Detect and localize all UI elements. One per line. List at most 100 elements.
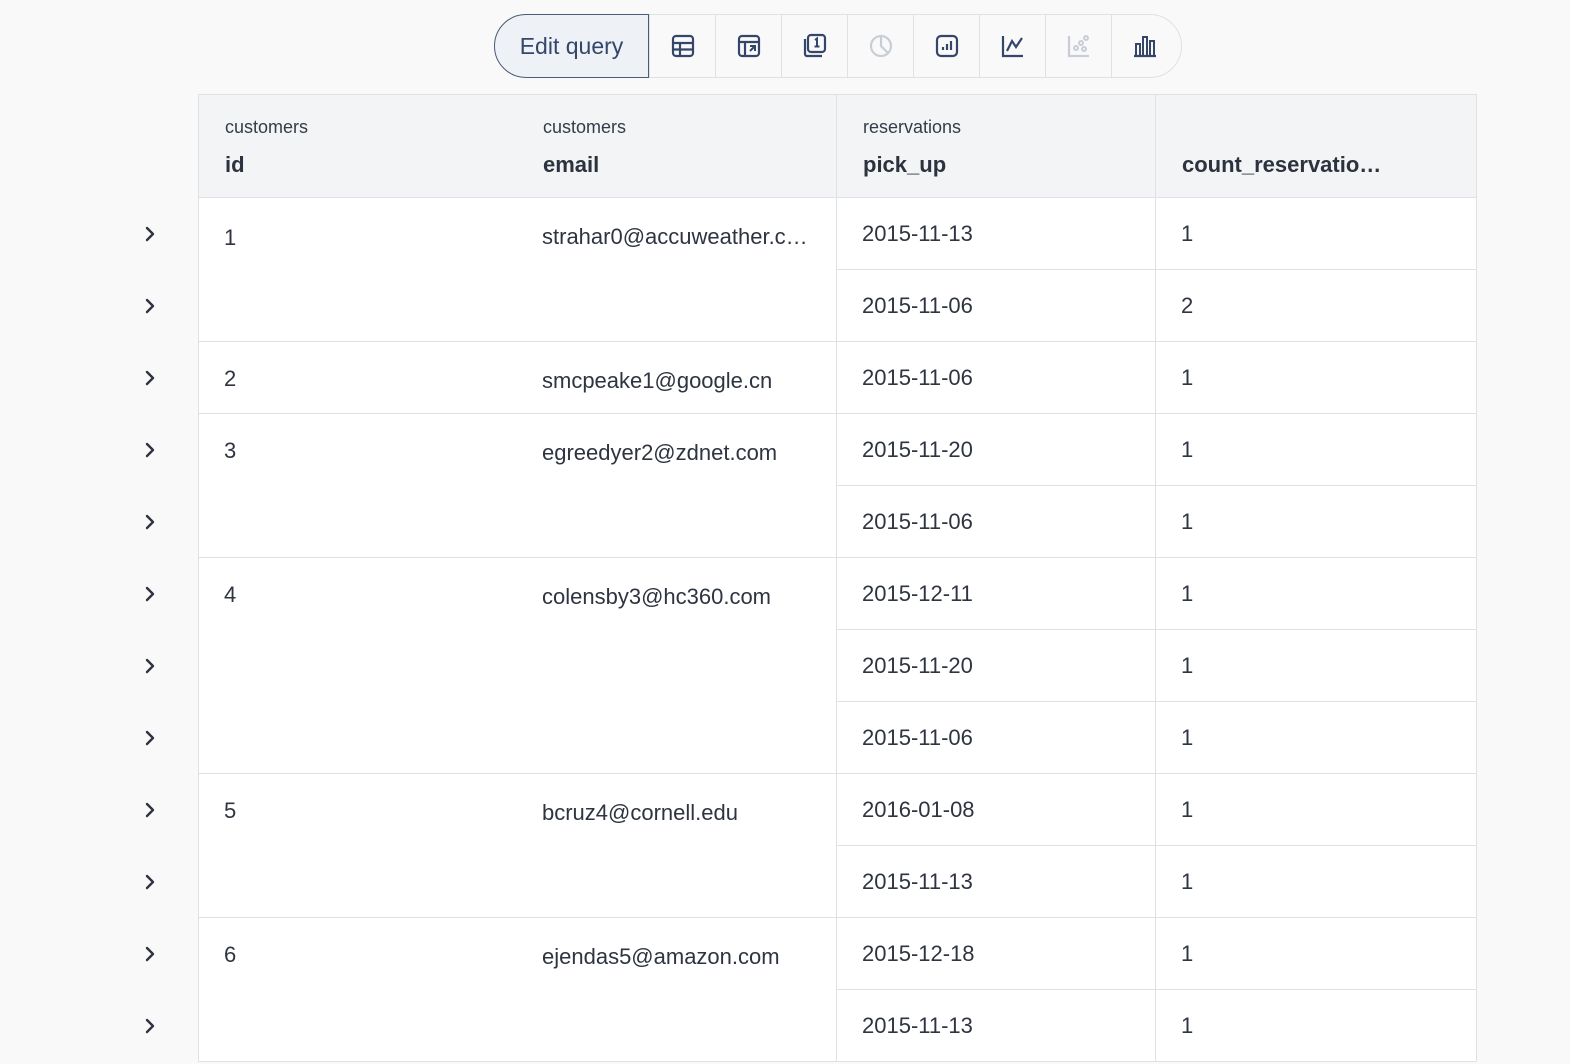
column-header-1[interactable]: customers id xyxy=(198,94,518,198)
reservation-count-cell[interactable]: 1 xyxy=(1156,414,1477,486)
pick-up-cell[interactable]: 2015-11-13 xyxy=(837,990,1156,1062)
combo-chart-view-button[interactable] xyxy=(913,15,979,77)
column-name: count_reservatio… xyxy=(1182,152,1382,177)
customer-email-cell[interactable]: bcruz4@cornell.edu xyxy=(517,774,837,918)
pick-up-date: 2015-12-11 xyxy=(862,581,973,606)
pick-up-cell[interactable]: 2015-11-06 xyxy=(837,270,1156,342)
customer-id-cell[interactable]: 4 xyxy=(198,558,518,774)
pick-up-cell[interactable]: 2015-12-11 xyxy=(837,558,1156,630)
reservation-count: 1 xyxy=(1181,797,1194,822)
customer-email-cell[interactable]: colensby3@hc360.com xyxy=(517,558,837,774)
expand-row-button[interactable] xyxy=(142,872,158,892)
reservation-count: 1 xyxy=(1181,509,1194,534)
expand-row-button[interactable] xyxy=(142,1016,158,1036)
pick-up-date: 2015-11-13 xyxy=(862,869,973,894)
pick-up-date: 2016-01-08 xyxy=(862,797,975,822)
expand-row-button[interactable] xyxy=(142,656,158,676)
chevron-right-icon xyxy=(145,442,155,458)
reservation-count-cell[interactable]: 1 xyxy=(1156,990,1477,1062)
reservation-count: 1 xyxy=(1181,221,1194,246)
reservation-count-cell[interactable]: 1 xyxy=(1156,558,1477,630)
reservation-count-cell[interactable]: 1 xyxy=(1156,342,1477,414)
customer-id-cell[interactable]: 3 xyxy=(198,414,518,558)
column-table-name: customers xyxy=(225,117,309,137)
reservation-count-cell[interactable]: 2 xyxy=(1156,270,1477,342)
chevron-right-icon xyxy=(145,730,155,746)
pick-up-date: 2015-11-06 xyxy=(862,293,973,318)
pick-up-date: 2015-11-06 xyxy=(862,725,973,750)
edit-query-button[interactable]: Edit query xyxy=(494,14,649,78)
number-view-button[interactable] xyxy=(781,15,847,77)
reservation-count-cell[interactable]: 1 xyxy=(1156,486,1477,558)
customer-id-cell[interactable]: 6 xyxy=(198,918,518,1062)
pick-up-cell[interactable]: 2015-11-13 xyxy=(837,198,1156,270)
expand-row-button[interactable] xyxy=(142,584,158,604)
pick-up-date: 2015-11-20 xyxy=(862,437,973,462)
customer-email-cell[interactable]: egreedyer2@zdnet.com xyxy=(517,414,837,558)
line-chart-view-button[interactable] xyxy=(979,15,1045,77)
chevron-right-icon xyxy=(145,658,155,674)
pick-up-cell[interactable]: 2016-01-08 xyxy=(837,774,1156,846)
customer-email-cell[interactable]: ejendas5@amazon.com xyxy=(517,918,837,1062)
customer-email-cell[interactable]: strahar0@accuweather.c… xyxy=(517,198,837,342)
pick-up-cell[interactable]: 2015-11-06 xyxy=(837,702,1156,774)
expand-row-button[interactable] xyxy=(142,224,158,244)
pick-up-date: 2015-11-06 xyxy=(862,365,973,390)
expand-row-button[interactable] xyxy=(142,296,158,316)
column-header-2[interactable]: customers email xyxy=(517,94,837,198)
pie-chart-icon xyxy=(869,34,892,58)
customer-email-cell[interactable]: smcpeake1@google.cn xyxy=(517,342,837,414)
expand-row-button[interactable] xyxy=(142,368,158,388)
chevron-right-icon xyxy=(145,586,155,602)
table-view-button[interactable] xyxy=(649,15,715,77)
customer-id: 5 xyxy=(224,798,237,823)
bar-chart-view-button[interactable] xyxy=(1111,15,1177,77)
customer-id: 3 xyxy=(224,438,237,463)
reservation-count-cell[interactable]: 1 xyxy=(1156,918,1477,990)
customer-id-cell[interactable]: 1 xyxy=(198,198,518,342)
reservation-count: 2 xyxy=(1181,293,1194,318)
column-name: email xyxy=(543,152,600,177)
column-header-3[interactable]: reservations pick_up xyxy=(837,94,1156,198)
customer-email: egreedyer2@zdnet.com xyxy=(542,440,778,465)
customer-email: smcpeake1@google.cn xyxy=(542,368,773,393)
customer-id-cell[interactable]: 2 xyxy=(198,342,518,414)
reservation-count: 1 xyxy=(1181,869,1194,894)
expand-row-button[interactable] xyxy=(142,800,158,820)
customer-email: ejendas5@amazon.com xyxy=(542,944,780,969)
pivot-table-view-button[interactable] xyxy=(715,15,781,77)
reservation-count-cell[interactable]: 1 xyxy=(1156,846,1477,918)
expand-row-button[interactable] xyxy=(142,944,158,964)
pick-up-date: 2015-12-18 xyxy=(862,941,975,966)
expand-row-button[interactable] xyxy=(142,728,158,748)
pick-up-cell[interactable]: 2015-11-13 xyxy=(837,846,1156,918)
reservation-count-cell[interactable]: 1 xyxy=(1156,198,1477,270)
reservation-count-cell[interactable]: 1 xyxy=(1156,702,1477,774)
pick-up-cell[interactable]: 2015-11-20 xyxy=(837,630,1156,702)
reservation-count: 1 xyxy=(1181,725,1194,750)
customer-email: strahar0@accuweather.c… xyxy=(542,224,808,249)
pie-chart-view-button xyxy=(847,15,913,77)
customer-id: 4 xyxy=(224,582,237,607)
pick-up-cell[interactable]: 2015-12-18 xyxy=(837,918,1156,990)
chevron-right-icon xyxy=(145,370,155,386)
pick-up-date: 2015-11-06 xyxy=(862,509,973,534)
customer-id: 1 xyxy=(224,225,237,250)
bar-chart-icon xyxy=(1133,36,1156,58)
column-header-4[interactable]: count_reservatio… xyxy=(1156,94,1477,198)
results-table: customers id customers email reservations pic… xyxy=(198,94,1477,1064)
column-name: id xyxy=(225,152,245,177)
pick-up-cell[interactable]: 2015-11-20 xyxy=(837,414,1156,486)
pick-up-cell[interactable]: 2015-11-06 xyxy=(837,342,1156,414)
chevron-right-icon xyxy=(145,1018,155,1034)
pick-up-cell[interactable]: 2015-11-06 xyxy=(837,486,1156,558)
expand-row-button[interactable] xyxy=(142,440,158,460)
line-chart-icon xyxy=(1001,36,1023,58)
expand-row-button[interactable] xyxy=(142,512,158,532)
combo-chart-icon xyxy=(935,34,958,58)
reservation-count-cell[interactable]: 1 xyxy=(1156,774,1477,846)
chevron-right-icon xyxy=(145,514,155,530)
customer-id-cell[interactable]: 5 xyxy=(198,774,518,918)
reservation-count-cell[interactable]: 1 xyxy=(1156,630,1477,702)
chevron-right-icon xyxy=(145,226,155,242)
